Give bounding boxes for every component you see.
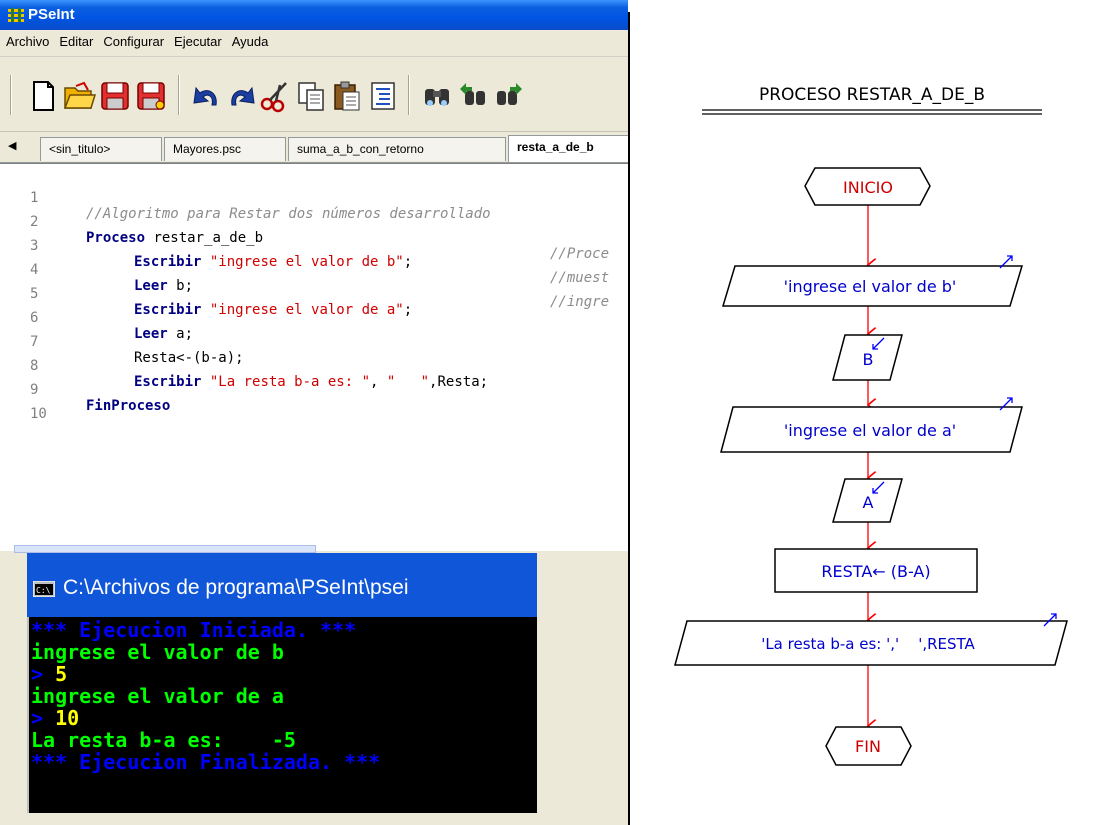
start-label: INICIO bbox=[843, 178, 893, 197]
console-line: La resta b-a es: -5 bbox=[31, 728, 296, 752]
paste-button[interactable] bbox=[330, 79, 364, 113]
code-line: 10 bbox=[0, 390, 628, 422]
end-label: FIN bbox=[855, 737, 881, 756]
find-previous-button[interactable] bbox=[456, 79, 490, 113]
input-label-b: B bbox=[863, 350, 874, 369]
find-button[interactable] bbox=[420, 79, 454, 113]
console-app-icon: C:\ bbox=[32, 579, 56, 598]
console-prompt: > bbox=[31, 662, 44, 686]
menu-ejecutar[interactable]: Ejecutar bbox=[170, 30, 226, 49]
save-icon bbox=[101, 82, 129, 110]
code-line: 3 Escribir "ingrese el valor de b"; //mu… bbox=[0, 222, 628, 286]
process-label: RESTA← (B-A) bbox=[821, 562, 930, 581]
save-button[interactable] bbox=[98, 79, 132, 113]
pseint-app-icon bbox=[8, 8, 24, 22]
console-window: C:\ C:\Archivos de programa\PSeInt\psei … bbox=[27, 553, 537, 813]
console-input-line: > 5 bbox=[31, 663, 67, 685]
code-line: 4 Leer b; //ingre bbox=[0, 246, 628, 310]
output-label-a: 'ingrese el valor de a' bbox=[784, 421, 956, 440]
cut-button[interactable] bbox=[258, 79, 292, 113]
toolbar-separator bbox=[178, 75, 180, 115]
console-title: C:\Archivos de programa\PSeInt\psei bbox=[63, 576, 409, 599]
toolbar-separator bbox=[408, 75, 410, 115]
menu-configurar[interactable]: Configurar bbox=[99, 30, 168, 49]
toolbar bbox=[0, 57, 628, 132]
indent-icon bbox=[371, 82, 395, 110]
console-line: ingrese el valor de a bbox=[31, 684, 284, 708]
find-icon bbox=[425, 89, 449, 106]
code-line: 7 Resta<-(b-a); bbox=[0, 318, 628, 366]
menu-archivo[interactable]: Archivo bbox=[2, 30, 53, 49]
open-button[interactable] bbox=[62, 79, 97, 113]
redo-icon bbox=[231, 86, 255, 106]
flowchart-title: PROCESO RESTAR_A_DE_B bbox=[759, 85, 985, 105]
code-line: 8 Escribir "La resta b-a es: ", " ",Rest… bbox=[0, 342, 628, 390]
open-folder-icon bbox=[63, 81, 97, 109]
code-line: 2 Proceso restar_a_de_b //Proce bbox=[0, 198, 628, 262]
redo-button[interactable] bbox=[224, 79, 258, 113]
menu-bar: Archivo Editar Configurar Ejecutar Ayuda bbox=[0, 30, 628, 57]
console-title-bar: C:\ C:\Archivos de programa\PSeInt\psei bbox=[27, 553, 537, 617]
new-file-icon bbox=[33, 81, 54, 111]
output-label-b: 'ingrese el valor de b' bbox=[784, 277, 957, 296]
save-as-button[interactable] bbox=[134, 79, 168, 113]
code-line: 6 Leer a; bbox=[0, 294, 628, 342]
title-bar: PSeInt bbox=[0, 0, 628, 30]
console-input-value: 5 bbox=[55, 662, 68, 686]
editor-scrollbar[interactable] bbox=[14, 545, 316, 553]
line-number: 10 bbox=[30, 406, 47, 422]
svg-text:C:\: C:\ bbox=[36, 586, 51, 595]
output-label-result: 'La resta b-a es: ',' ',RESTA bbox=[761, 635, 975, 653]
indent-button[interactable] bbox=[366, 79, 400, 113]
console-line: ingrese el valor de b bbox=[31, 640, 284, 664]
copy-button[interactable] bbox=[294, 79, 328, 113]
console-line: *** Ejecucion Iniciada. *** bbox=[31, 618, 357, 642]
find-previous-icon bbox=[460, 83, 485, 105]
tab-mayores[interactable]: Mayores.psc bbox=[164, 137, 286, 161]
copy-icon bbox=[298, 82, 324, 111]
code-editor[interactable]: 1 //Algoritmo para Restar dos números de… bbox=[0, 163, 628, 551]
code-line: 1 //Algoritmo para Restar dos números de… bbox=[0, 174, 628, 222]
tab-bar: ◀ <sin_titulo> Mayores.psc suma_a_b_con_… bbox=[0, 132, 628, 163]
undo-icon bbox=[193, 86, 217, 106]
paste-icon bbox=[334, 81, 360, 111]
flowchart-canvas: PROCESO RESTAR_A_DE_B INICIO 'ingrese el… bbox=[674, 85, 1068, 766]
console-input-line: > 10 bbox=[31, 707, 79, 729]
window-title: PSeInt bbox=[28, 6, 75, 23]
cut-icon bbox=[260, 82, 287, 113]
tab-sin-titulo[interactable]: <sin_titulo> bbox=[40, 137, 162, 161]
menu-editar[interactable]: Editar bbox=[55, 30, 97, 49]
code-line: 5 Escribir "ingrese el valor de a"; bbox=[0, 270, 628, 318]
flowchart-panel: PROCESO RESTAR_A_DE_B INICIO 'ingrese el… bbox=[630, 0, 1098, 825]
save-as-icon bbox=[137, 82, 165, 110]
tab-scroll-left-icon[interactable]: ◀ bbox=[8, 139, 16, 152]
console-line: *** Ejecucion Finalizada. *** bbox=[31, 750, 381, 774]
undo-button[interactable] bbox=[190, 79, 224, 113]
console-output: *** Ejecucion Iniciada. *** ingrese el v… bbox=[27, 617, 537, 813]
input-label-a: A bbox=[863, 493, 874, 512]
console-input-value: 10 bbox=[55, 706, 80, 730]
tab-suma-a-b-con-retorno[interactable]: suma_a_b_con_retorno bbox=[288, 137, 506, 161]
toolbar-separator bbox=[10, 75, 12, 115]
new-file-button[interactable] bbox=[26, 79, 60, 113]
find-next-icon bbox=[497, 83, 522, 105]
find-next-button[interactable] bbox=[492, 79, 526, 113]
menu-ayuda[interactable]: Ayuda bbox=[228, 30, 273, 49]
code-line: 9 FinProceso bbox=[0, 366, 628, 414]
tab-resta-a-de-b[interactable]: resta_a_de_b bbox=[508, 135, 628, 162]
console-prompt: > bbox=[31, 706, 44, 730]
